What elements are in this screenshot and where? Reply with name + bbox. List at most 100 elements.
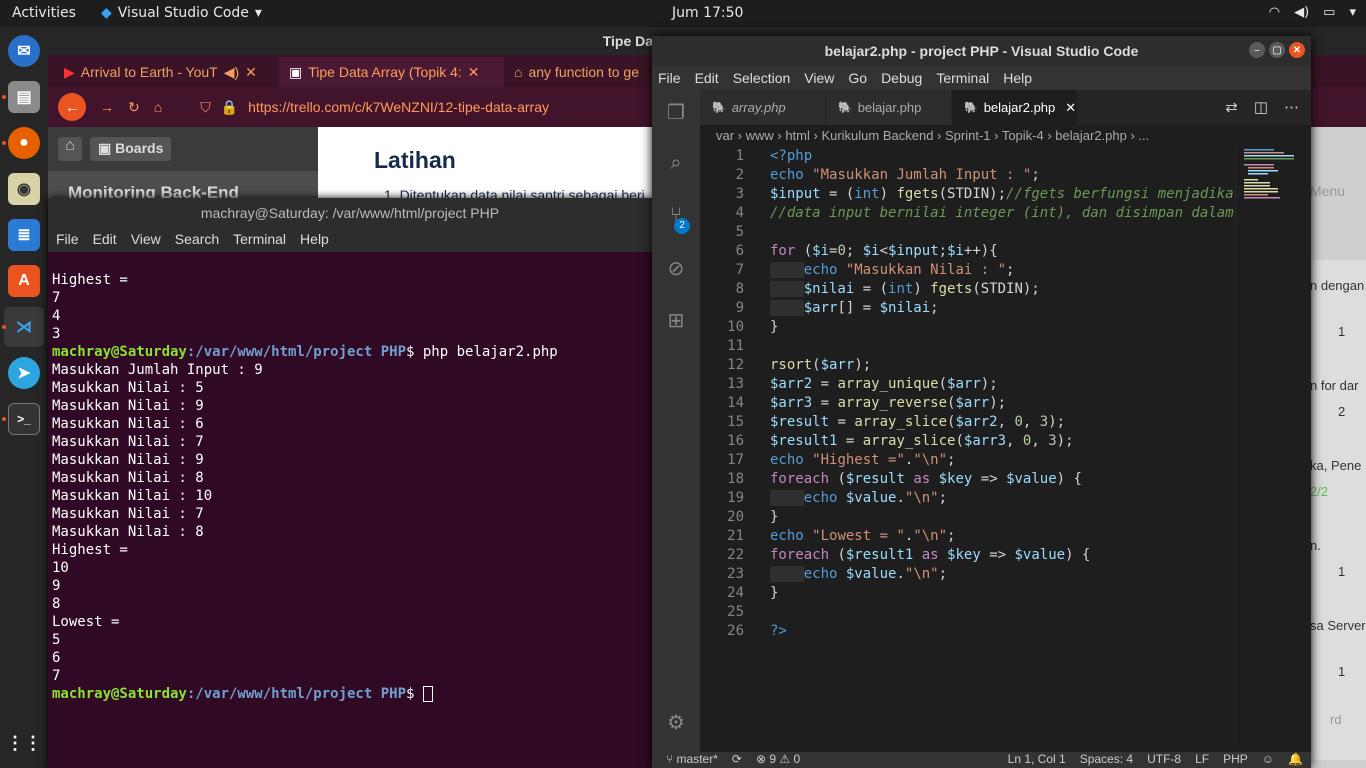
debug-icon[interactable]: ⊘ xyxy=(664,256,688,280)
close-button[interactable]: ✕ xyxy=(1289,42,1305,58)
show-applications-icon[interactable]: ⋮⋮ xyxy=(6,727,42,759)
output-line: 6 xyxy=(52,650,61,666)
system-tray[interactable]: ◠ ◀) ▭ ▾ xyxy=(1269,5,1356,20)
sync-icon[interactable]: ⟳ xyxy=(732,752,742,768)
editor-actions: ⇄ ◫ ⋯ xyxy=(1213,90,1311,125)
list-item[interactable]: sa Server xyxy=(1310,618,1366,633)
tab-belajar-php[interactable]: 🐘 belajar.php xyxy=(826,90,952,125)
feedback-icon[interactable]: ☺ xyxy=(1262,752,1274,768)
explorer-icon[interactable]: ❐ xyxy=(664,100,688,124)
home-icon[interactable]: ⌂ xyxy=(154,99,162,115)
boards-button[interactable]: ▣ Boards xyxy=(90,137,172,161)
close-icon[interactable]: ✕ xyxy=(245,64,257,81)
more-icon[interactable]: ⋯ xyxy=(1284,98,1299,117)
scm-badge: 2 xyxy=(674,218,690,234)
tab-label: Arrival to Earth - YouT xyxy=(80,64,218,80)
system-top-bar: Activities ◆ Visual Studio Code ▾ Jum 17… xyxy=(0,0,1366,27)
language-status[interactable]: PHP xyxy=(1223,752,1248,768)
menu-terminal[interactable]: Terminal xyxy=(233,231,286,252)
editor-tabs: 🐘 array.php 🐘 belajar.php 🐘 belajar2.php ✕ ⇄… xyxy=(700,90,1311,125)
output-line: 3 xyxy=(52,326,61,342)
gear-icon[interactable]: ⚙ xyxy=(664,710,688,734)
battery-icon: ▭ xyxy=(1323,5,1336,20)
url-text: https://trello.com/c/k7WeNZNI/12-tipe-da… xyxy=(248,99,549,115)
list-item[interactable]: n dengan xyxy=(1310,278,1364,293)
tab-trello[interactable]: ▣ Tipe Data Array (Topik 4: ✕ xyxy=(279,57,504,87)
menu-debug[interactable]: Debug xyxy=(881,70,922,90)
running-indicator xyxy=(2,95,6,99)
menu-button[interactable]: Menu xyxy=(1310,183,1345,199)
vscode-menubar: File Edit Selection View Go Debug Termin… xyxy=(652,66,1311,90)
software-center-icon[interactable]: A xyxy=(8,265,40,297)
writer-icon[interactable]: ≣ xyxy=(8,219,40,251)
menu-edit[interactable]: Edit xyxy=(93,231,117,252)
search-icon[interactable]: ⌕ xyxy=(664,152,688,176)
terminal-title: machray@Saturday: /var/www/html/project … xyxy=(48,198,652,228)
home-icon[interactable]: ⌂ xyxy=(58,137,82,161)
cursor-position[interactable]: Ln 1, Col 1 xyxy=(1008,752,1066,768)
menu-help[interactable]: Help xyxy=(300,231,329,252)
bell-icon[interactable]: 🔔 xyxy=(1288,752,1311,768)
minimize-button[interactable]: – xyxy=(1249,42,1265,58)
list-item[interactable]: ka, Pene xyxy=(1310,458,1361,473)
problems-status[interactable]: ⊗ 9 ⚠ 0 xyxy=(756,752,800,768)
forward-icon[interactable]: → xyxy=(100,99,114,115)
rhythmbox-icon[interactable]: ◉ xyxy=(8,173,40,205)
minimap[interactable] xyxy=(1235,147,1297,747)
extensions-icon[interactable]: ⊞ xyxy=(664,308,688,332)
indentation-status[interactable]: Spaces: 4 xyxy=(1080,752,1133,768)
menu-help[interactable]: Help xyxy=(1003,70,1032,90)
files-icon[interactable]: ▤ xyxy=(8,81,40,113)
encoding-status[interactable]: UTF-8 xyxy=(1147,752,1181,768)
output-line: Highest = xyxy=(52,272,128,288)
youtube-icon: ▶ xyxy=(64,63,75,80)
branch-status[interactable]: ⑂ master* xyxy=(666,752,718,768)
menu-view[interactable]: View xyxy=(804,70,834,90)
dock: ✉ ▤ ● ◉ ≣ A ⋊ ➤ >_ ⋮⋮ xyxy=(0,27,48,768)
branch-label: master* xyxy=(676,752,718,766)
thunderbird-icon[interactable]: ✉ xyxy=(8,35,40,67)
tab-label: belajar.php xyxy=(857,100,922,115)
tab-youtube[interactable]: ▶ Arrival to Earth - YouT ◀) ✕ xyxy=(54,57,279,87)
firefox-icon[interactable]: ● xyxy=(8,127,40,159)
menu-terminal[interactable]: Terminal xyxy=(936,70,989,90)
menu-view[interactable]: View xyxy=(131,231,161,252)
tab-belajar2-php[interactable]: 🐘 belajar2.php ✕ xyxy=(952,90,1078,125)
menu-file[interactable]: File xyxy=(56,231,79,252)
close-icon[interactable]: ✕ xyxy=(468,64,480,81)
menu-selection[interactable]: Selection xyxy=(733,70,791,90)
terminal-icon[interactable]: >_ xyxy=(8,403,40,435)
tab-array-php[interactable]: 🐘 array.php xyxy=(700,90,826,125)
app-menu[interactable]: ◆ Visual Studio Code ▾ xyxy=(101,5,262,21)
close-icon[interactable]: ✕ xyxy=(1065,100,1076,116)
terminal-output[interactable]: Highest = 7 4 3 machray@Saturday:/var/www/ht… xyxy=(48,252,652,739)
code-editor[interactable]: 1 <?php 2 echo "Masukkan Jumlah Input : ";… xyxy=(700,147,1235,747)
list-item[interactable]: rd xyxy=(1330,712,1342,727)
php-icon: 🐘 xyxy=(838,102,852,114)
eol-status[interactable]: LF xyxy=(1195,752,1209,768)
list-item: 1 xyxy=(1338,564,1346,579)
compare-icon[interactable]: ⇄ xyxy=(1225,98,1238,117)
menu-edit[interactable]: Edit xyxy=(695,70,719,90)
chevron-down-icon: ▾ xyxy=(1349,5,1356,20)
reload-icon[interactable]: ↻ xyxy=(128,99,140,116)
output-line: Masukkan Nilai : 6 xyxy=(52,416,204,432)
window-title: belajar2.php - project PHP - Visual Stud… xyxy=(824,43,1139,59)
back-icon[interactable]: ← xyxy=(58,93,86,121)
vscode-window: belajar2.php - project PHP - Visual Stud… xyxy=(652,36,1311,768)
list-item[interactable]: n for dar xyxy=(1310,378,1358,393)
maximize-button[interactable]: ▢ xyxy=(1269,42,1285,58)
split-editor-icon[interactable]: ◫ xyxy=(1254,98,1268,117)
menu-search[interactable]: Search xyxy=(175,231,219,252)
clock[interactable]: Jum 17:50 xyxy=(672,5,743,21)
menu-go[interactable]: Go xyxy=(848,70,867,90)
activities-button[interactable]: Activities xyxy=(12,5,76,21)
telegram-icon[interactable]: ➤ xyxy=(8,357,40,389)
vscode-dock-icon[interactable]: ⋊ xyxy=(4,307,44,347)
list-item[interactable]: n. xyxy=(1310,538,1321,553)
prompt-user: machray@Saturday xyxy=(52,344,187,360)
menu-file[interactable]: File xyxy=(658,70,681,90)
card-heading: Latihan xyxy=(374,147,456,173)
breadcrumb[interactable]: var › www › html › Kurikulum Backend › S… xyxy=(700,125,1311,147)
tab-label: any function to ge xyxy=(528,64,639,80)
